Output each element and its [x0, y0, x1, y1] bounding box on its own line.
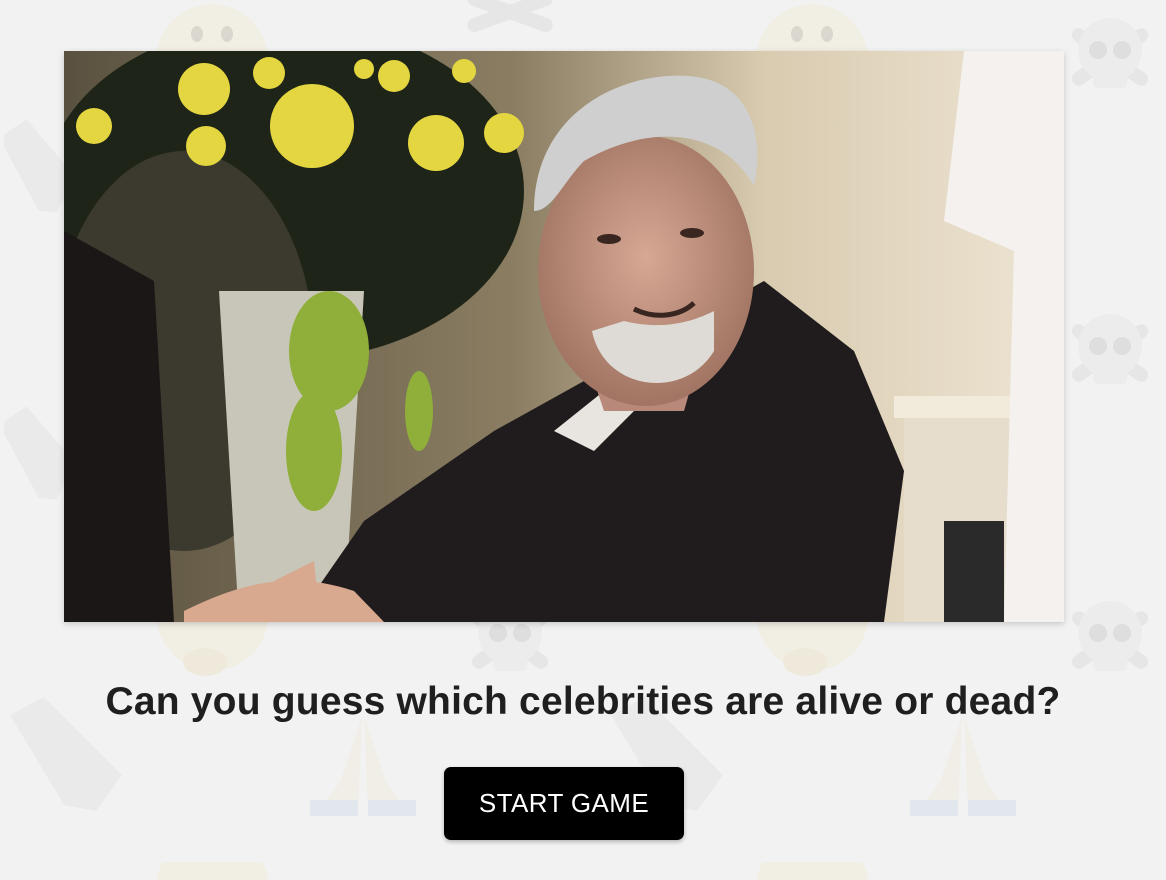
praying-hands-icon: [910, 716, 1016, 816]
wedding-scene-image: [64, 51, 1064, 622]
skull-crossbones-icon: [1071, 601, 1149, 671]
game-question-heading: Can you guess which celebrities are aliv…: [105, 680, 1061, 723]
thinking-face-icon: [157, 862, 268, 880]
praying-hands-icon: [310, 716, 416, 816]
skull-crossbones-icon: [467, 0, 553, 32]
skull-crossbones-icon: [1071, 314, 1149, 384]
thinking-face-icon: [757, 862, 868, 880]
celebrity-gif: [64, 51, 1064, 622]
start-game-button[interactable]: START GAME: [444, 767, 684, 840]
skull-crossbones-icon: [1071, 18, 1149, 88]
